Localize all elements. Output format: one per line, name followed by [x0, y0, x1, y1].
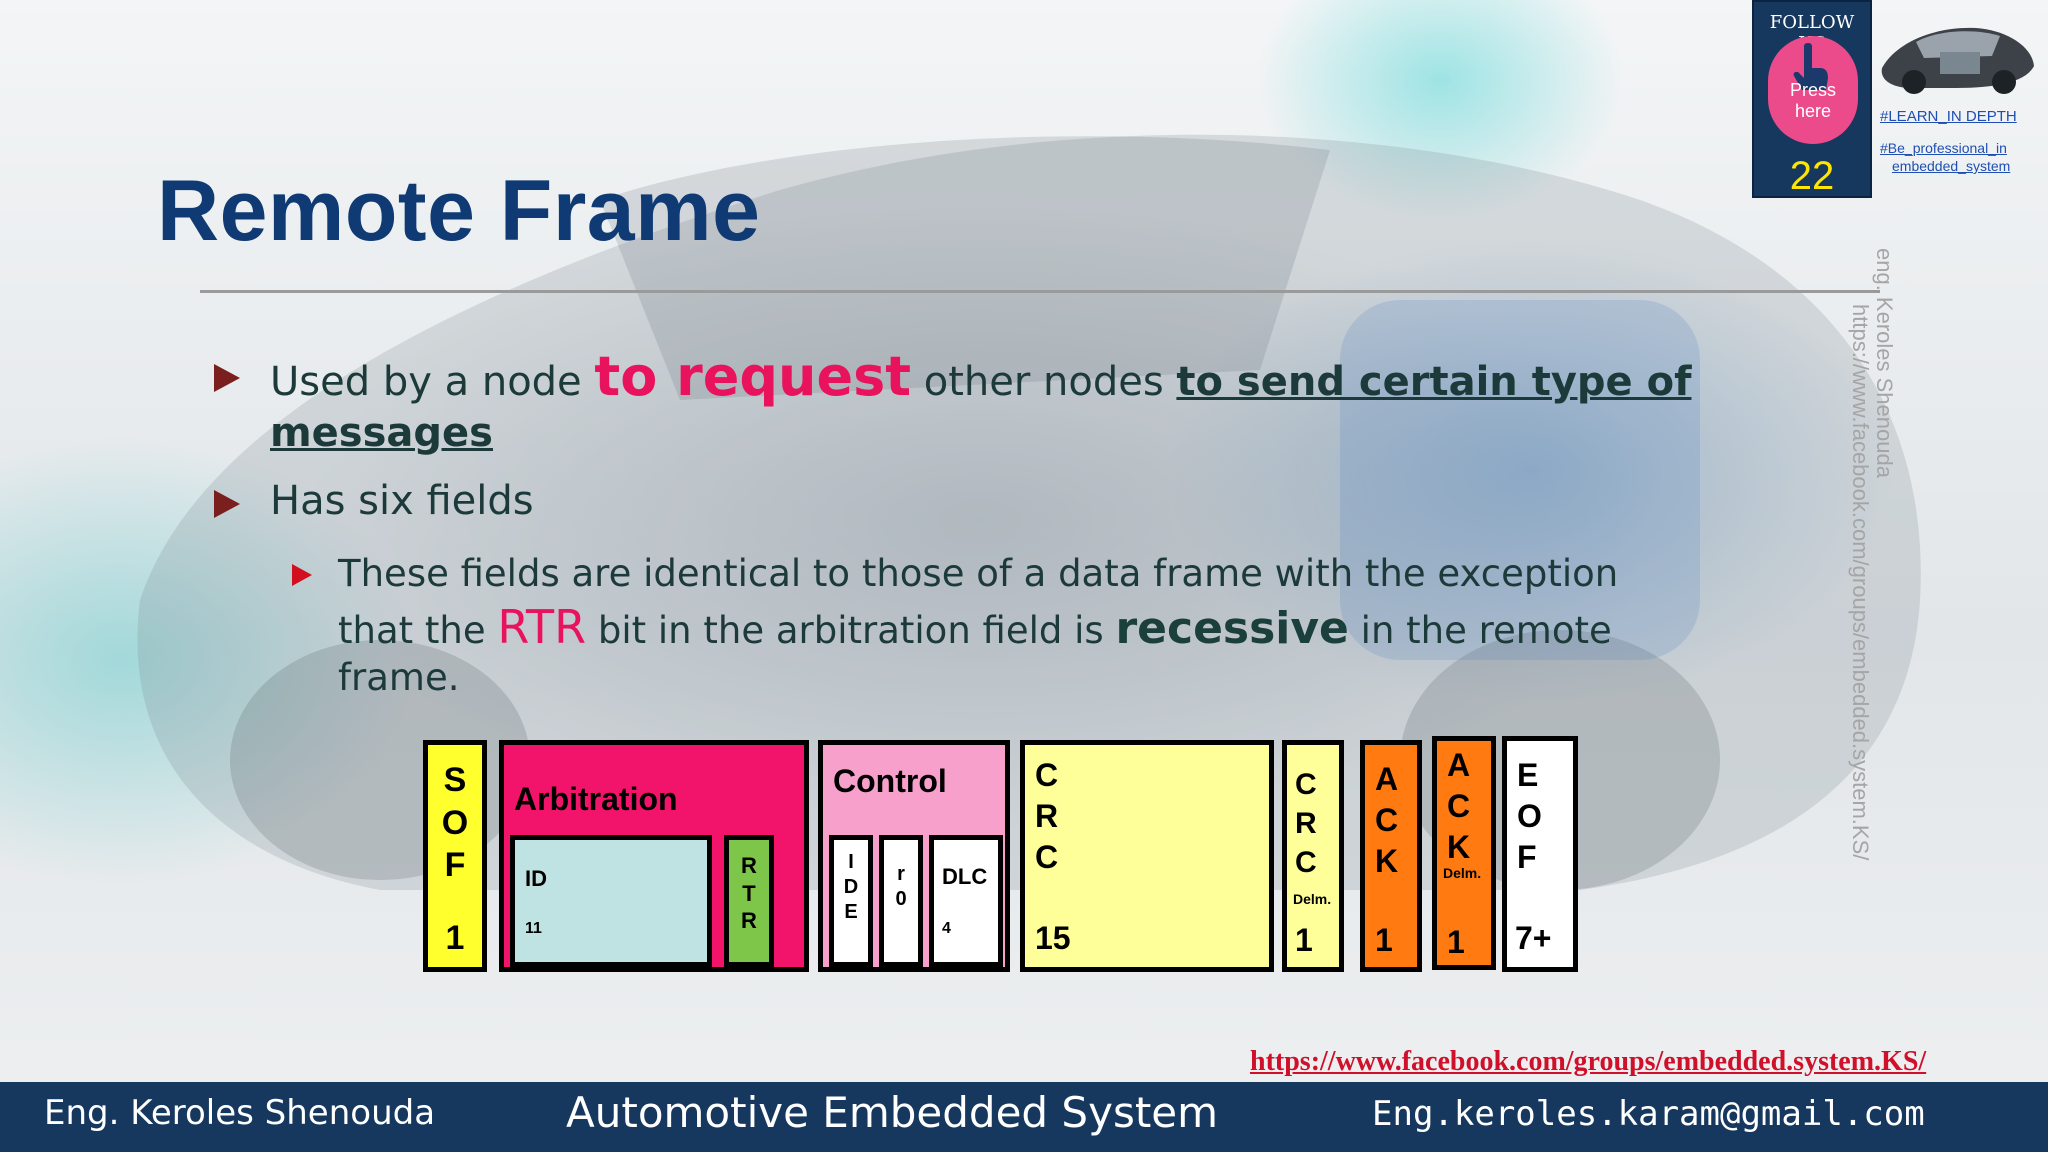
r0-letter: 0 — [895, 888, 907, 910]
author-watermark: eng. Keroles Shenouda — [1872, 248, 1897, 478]
ide-letter: D — [843, 876, 859, 898]
bullet-arrow-icon — [214, 364, 240, 392]
sof-letter: O — [441, 803, 469, 842]
ide-letter: I — [848, 851, 854, 873]
r0-letter: r — [897, 863, 905, 885]
bullet-1-underlined: to send certain type of — [1176, 359, 1692, 405]
bullet-2-text: Has six fields — [270, 478, 534, 524]
crc-label: C R C — [1035, 755, 1058, 878]
car-thumbnail-image — [1881, 27, 2034, 94]
be-professional-tag[interactable]: #Be_professional_in — [1880, 140, 2007, 156]
id-subfield: ID 11 — [510, 835, 712, 967]
sub-bullet-line-3: frame. — [338, 656, 460, 699]
recessive-emphasis: recessive — [1115, 603, 1349, 654]
dlc-subfield: DLC 4 — [929, 835, 1003, 967]
slide-title: Remote Frame — [157, 163, 761, 259]
sof-letter: S — [443, 761, 467, 799]
rtr-emphasis: RTR — [497, 600, 587, 654]
sof-label: S O F — [428, 759, 482, 887]
sof-field: S O F 1 — [423, 740, 487, 972]
title-divider — [200, 290, 1880, 293]
arbitration-label: Arbitration — [514, 781, 678, 817]
crc-delim-letter: C — [1295, 846, 1317, 879]
ack-delimiter-label: A C K — [1447, 745, 1470, 868]
ack-delimiter-field: A C K Delm. 1 — [1432, 736, 1496, 970]
slide-number: 22 — [1789, 154, 1835, 198]
press-word: Press — [1789, 80, 1836, 100]
press-here-button[interactable]: Press here — [1768, 36, 1858, 144]
rtr-subfield: R T R — [724, 835, 774, 967]
rtr-label: R T R — [729, 852, 769, 935]
sub-bullet-mid: bit in the arbitration field is — [586, 609, 1116, 652]
crc-delim-letter: R — [1295, 807, 1317, 840]
bullet-1-line-2: messages — [270, 410, 493, 456]
ack-field: A C K 1 — [1360, 740, 1422, 972]
dlc-bit-count: 4 — [942, 920, 951, 937]
sof-bit-count: 1 — [445, 918, 465, 957]
sub-bullet-pre: that the — [338, 609, 498, 652]
id-bit-count: 11 — [525, 920, 542, 937]
bullet-1-prefix: Used by a node — [270, 359, 595, 405]
crc-bit-count: 15 — [1035, 920, 1071, 956]
eof-letter: F — [1517, 838, 1537, 875]
crc-field: C R C 15 — [1020, 740, 1274, 972]
eof-field: E O F 7+ — [1502, 736, 1578, 972]
sub-bullet-line-1: These fields are identical to those of a… — [338, 552, 1619, 595]
rtr-letter: R — [741, 908, 757, 933]
facebook-group-link[interactable]: https://www.facebook.com/groups/embedded… — [1250, 1046, 1926, 1078]
id-label: ID — [525, 866, 547, 891]
footer-author: Eng. Keroles Shenouda — [44, 1093, 436, 1133]
learn-in-depth-tag[interactable]: #LEARN_IN DEPTH — [1880, 108, 2017, 125]
footer-course-title: Automotive Embedded System — [566, 1088, 1219, 1137]
rtr-letter: T — [742, 880, 756, 906]
bullet-1-line-1: Used by a node to request other nodes to… — [270, 345, 1691, 408]
crc-delimiter-bit-count: 1 — [1295, 922, 1313, 958]
crc-letter: C — [1035, 757, 1059, 793]
ack-delim-letter: C — [1447, 787, 1471, 824]
r0-subfield: r 0 — [879, 835, 923, 967]
crc-letter: C — [1035, 838, 1059, 875]
bullet-1-mid: other nodes — [911, 359, 1177, 405]
eof-letter: O — [1517, 797, 1542, 834]
eof-label: E O F — [1517, 755, 1542, 878]
ack-delimiter-tag: Delm. — [1443, 865, 1482, 881]
dlc-label: DLC — [942, 864, 988, 889]
crc-letter: R — [1035, 797, 1059, 834]
eof-letter: E — [1517, 757, 1539, 793]
press-here-text: Press here — [1768, 80, 1858, 121]
crc-delimiter-label: C R C — [1295, 765, 1317, 882]
here-word: here — [1794, 100, 1832, 121]
ide-letter: E — [844, 901, 858, 923]
ack-delim-letter: A — [1447, 747, 1471, 783]
eof-bit-count: 7+ — [1515, 920, 1552, 956]
sub-bullet-line-2: that the RTR bit in the arbitration fiel… — [338, 600, 1612, 654]
ide-label: I D E — [834, 850, 868, 925]
ide-subfield: I D E — [829, 835, 873, 967]
ack-delimiter-bit-count: 1 — [1447, 924, 1465, 960]
control-field: Control I D E r 0 DLC 4 — [818, 740, 1010, 972]
control-label: Control — [833, 763, 947, 799]
crc-delimiter-tag: Delm. — [1293, 891, 1332, 907]
bullet-1-emphasis: to request — [594, 345, 912, 408]
ack-delim-letter: K — [1447, 828, 1471, 865]
ack-letter: A — [1375, 761, 1399, 797]
r0-label: r 0 — [884, 862, 918, 912]
sub-bullet-post: in the remote — [1348, 609, 1612, 652]
url-watermark: https://www.facebook.com/groups/embedded… — [1848, 304, 1873, 861]
ack-label: A C K — [1375, 759, 1398, 882]
embedded-system-tag[interactable]: embedded_system — [1892, 158, 2010, 174]
rtr-letter: R — [741, 853, 757, 878]
footer-email[interactable]: Eng.keroles.karam@gmail.com — [1372, 1094, 1925, 1134]
ack-bit-count: 1 — [1375, 922, 1393, 958]
follow-us-badge[interactable]: FOLLOW US Press here 22 — [1752, 0, 1872, 198]
sof-letter: F — [444, 846, 466, 884]
sub-bullet-arrow-icon — [292, 564, 312, 586]
bullet-arrow-icon — [214, 490, 240, 518]
crc-delimiter-field: C R C Delm. 1 — [1282, 740, 1344, 972]
arbitration-field: Arbitration ID 11 R T R — [499, 740, 809, 972]
crc-delim-letter: C — [1295, 768, 1317, 801]
ack-letter: K — [1375, 842, 1399, 879]
ack-letter: C — [1375, 801, 1399, 838]
